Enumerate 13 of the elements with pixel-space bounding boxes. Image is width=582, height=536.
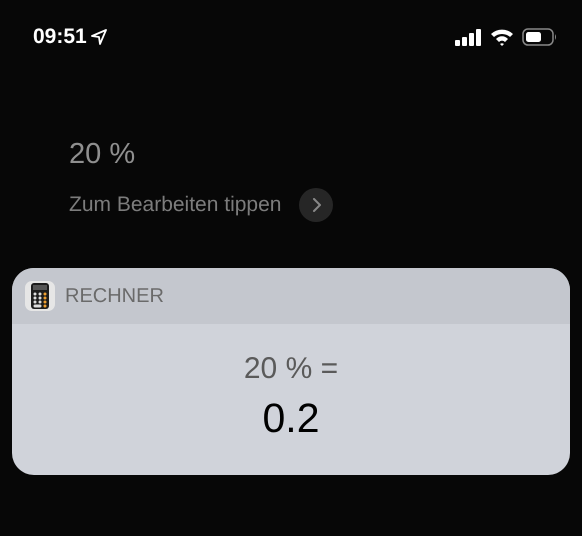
wifi-icon xyxy=(490,28,514,46)
edit-hint: Zum Bearbeiten tippen xyxy=(69,192,282,218)
chevron-icon xyxy=(312,198,321,212)
app-name: RECHNER xyxy=(65,284,164,309)
result-text: 0.2 xyxy=(262,394,320,443)
status-time: 09:51 xyxy=(33,24,87,50)
location-arrow-icon xyxy=(90,29,107,45)
query-text: 20 % xyxy=(69,137,136,172)
expression-text: 20 % = xyxy=(244,351,338,387)
signal-icon xyxy=(455,28,482,46)
battery-icon xyxy=(522,28,558,46)
chevron-button[interactable] xyxy=(299,188,334,222)
calculator-icon xyxy=(25,281,55,311)
